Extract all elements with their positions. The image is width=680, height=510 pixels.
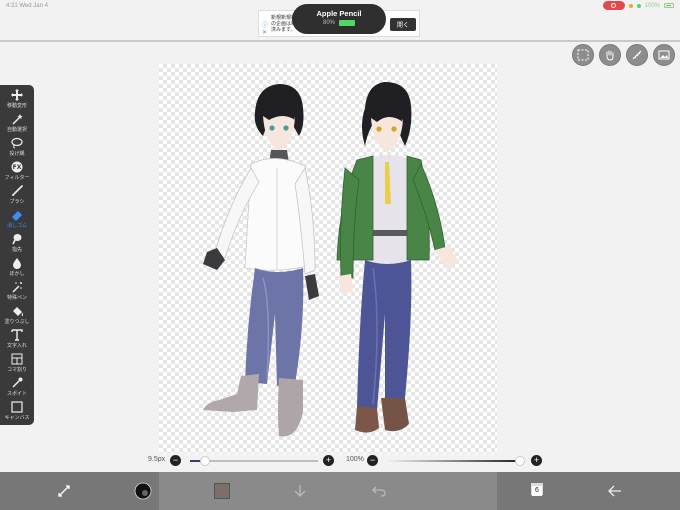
frame-icon xyxy=(11,353,23,365)
brush-size-increase-button[interactable]: + xyxy=(323,455,334,466)
fx-icon: FX xyxy=(11,161,23,173)
mic-indicator-icon xyxy=(628,3,633,8)
tool-brush[interactable]: ブラシ xyxy=(0,185,34,209)
tool-eyedropper[interactable]: スポイト xyxy=(0,377,34,401)
pencil-battery-icon xyxy=(339,20,355,26)
ad-info-icon[interactable]: ⓘ xyxy=(262,20,268,29)
quick-menu-icon[interactable] xyxy=(54,481,74,501)
left-toolbar: 移動変形 自動選択 投げ縄 FX フィルター ブラシ 消しゴム 指先 ぼかし 特… xyxy=(0,85,34,425)
back-arrow-icon[interactable] xyxy=(605,481,625,501)
tool-label: ぼかし xyxy=(9,271,25,277)
pencil-title: Apple Pencil xyxy=(316,9,362,18)
eyedropper-icon xyxy=(12,377,23,388)
camera-indicator-icon xyxy=(636,3,641,8)
brush-icon xyxy=(12,185,23,196)
opacity-label: 100% xyxy=(346,456,364,463)
tool-frame-divider[interactable]: コマ割り xyxy=(0,353,34,377)
ruler-icon[interactable] xyxy=(626,44,648,66)
tool-blur[interactable]: ぼかし xyxy=(0,257,34,281)
current-color-swatch xyxy=(214,483,230,499)
tool-label: コマ割り xyxy=(6,367,27,373)
tool-smudge[interactable]: 指先 xyxy=(0,233,34,257)
tool-label: 特殊ペン xyxy=(6,295,27,301)
header-divider xyxy=(0,40,680,42)
battery-percent: 100% xyxy=(644,2,660,9)
special-pen-icon xyxy=(12,282,22,293)
tool-label: 塗りつぶし xyxy=(4,319,30,325)
status-icons: 100% xyxy=(602,1,674,10)
tool-canvas[interactable]: キャンバス xyxy=(0,401,34,425)
selection-icon[interactable] xyxy=(572,44,594,66)
tool-label: 文字入れ xyxy=(6,343,27,349)
opacity-track[interactable] xyxy=(388,456,525,466)
drop-icon xyxy=(13,258,21,269)
tool-move[interactable]: 移動変形 xyxy=(0,89,34,113)
magic-wand-icon xyxy=(12,114,23,125)
tool-special-pen[interactable]: 特殊ペン xyxy=(0,281,34,305)
bucket-icon xyxy=(13,307,23,317)
artwork xyxy=(203,82,459,437)
ad-close-icon[interactable]: ✕ xyxy=(262,29,267,36)
download-arrow-icon[interactable] xyxy=(290,481,310,501)
opacity-knob[interactable] xyxy=(515,456,525,466)
brush-size-label: 9.5px xyxy=(148,456,166,463)
brush-size-decrease-button[interactable]: − xyxy=(170,455,181,466)
brush-preview-button[interactable] xyxy=(133,481,153,501)
battery-icon xyxy=(664,3,674,8)
svg-text:FX: FX xyxy=(13,164,22,171)
brush-size-track[interactable] xyxy=(190,456,318,466)
drawing-canvas[interactable] xyxy=(159,64,497,453)
hand-icon[interactable] xyxy=(599,44,621,66)
status-time: 4:31 Wed Jan 4 xyxy=(6,3,48,9)
opacity-increase-button[interactable]: + xyxy=(531,455,542,466)
tool-lasso[interactable]: 投げ縄 xyxy=(0,137,34,161)
tool-label: スポイト xyxy=(6,391,27,397)
undo-icon[interactable] xyxy=(369,481,389,501)
tool-label: 消しゴム xyxy=(6,223,27,229)
apple-pencil-notification: Apple Pencil 80% xyxy=(292,4,386,34)
tool-label: 指先 xyxy=(11,247,22,253)
text-icon xyxy=(11,329,23,341)
move-icon xyxy=(11,89,23,101)
layers-button[interactable]: 6 xyxy=(527,481,547,501)
tool-fill[interactable]: 塗りつぶし xyxy=(0,305,34,329)
pencil-battery-percent: 80% xyxy=(322,20,335,26)
tool-label: 自動選択 xyxy=(6,127,27,133)
screen-record-icon xyxy=(602,1,625,10)
tool-eraser[interactable]: 消しゴム xyxy=(0,209,34,233)
canvas-icon xyxy=(11,401,23,413)
bottom-bar: 6 xyxy=(0,472,680,510)
color-swatch-button[interactable] xyxy=(212,481,232,501)
tool-text[interactable]: 文字入れ xyxy=(0,329,34,353)
layers-count: 6 xyxy=(532,486,542,496)
lasso-icon xyxy=(11,137,23,149)
tool-filter[interactable]: FX フィルター xyxy=(0,161,34,185)
tool-label: フィルター xyxy=(4,175,30,181)
tool-label: 投げ縄 xyxy=(9,151,25,157)
finger-icon xyxy=(12,234,22,245)
figure-right xyxy=(336,82,459,433)
bottom-bar-center xyxy=(159,472,497,510)
tool-label: ブラシ xyxy=(9,199,25,205)
figure-left xyxy=(203,84,319,437)
material-icon[interactable] xyxy=(653,44,675,66)
tool-label: キャンバス xyxy=(4,415,30,421)
eraser-icon xyxy=(12,211,22,221)
ad-open-button[interactable]: 開く xyxy=(390,18,416,31)
tool-auto-select[interactable]: 自動選択 xyxy=(0,113,34,137)
brush-size-knob[interactable] xyxy=(200,456,211,466)
tool-label: 移動変形 xyxy=(6,103,27,109)
opacity-decrease-button[interactable]: − xyxy=(367,455,378,466)
